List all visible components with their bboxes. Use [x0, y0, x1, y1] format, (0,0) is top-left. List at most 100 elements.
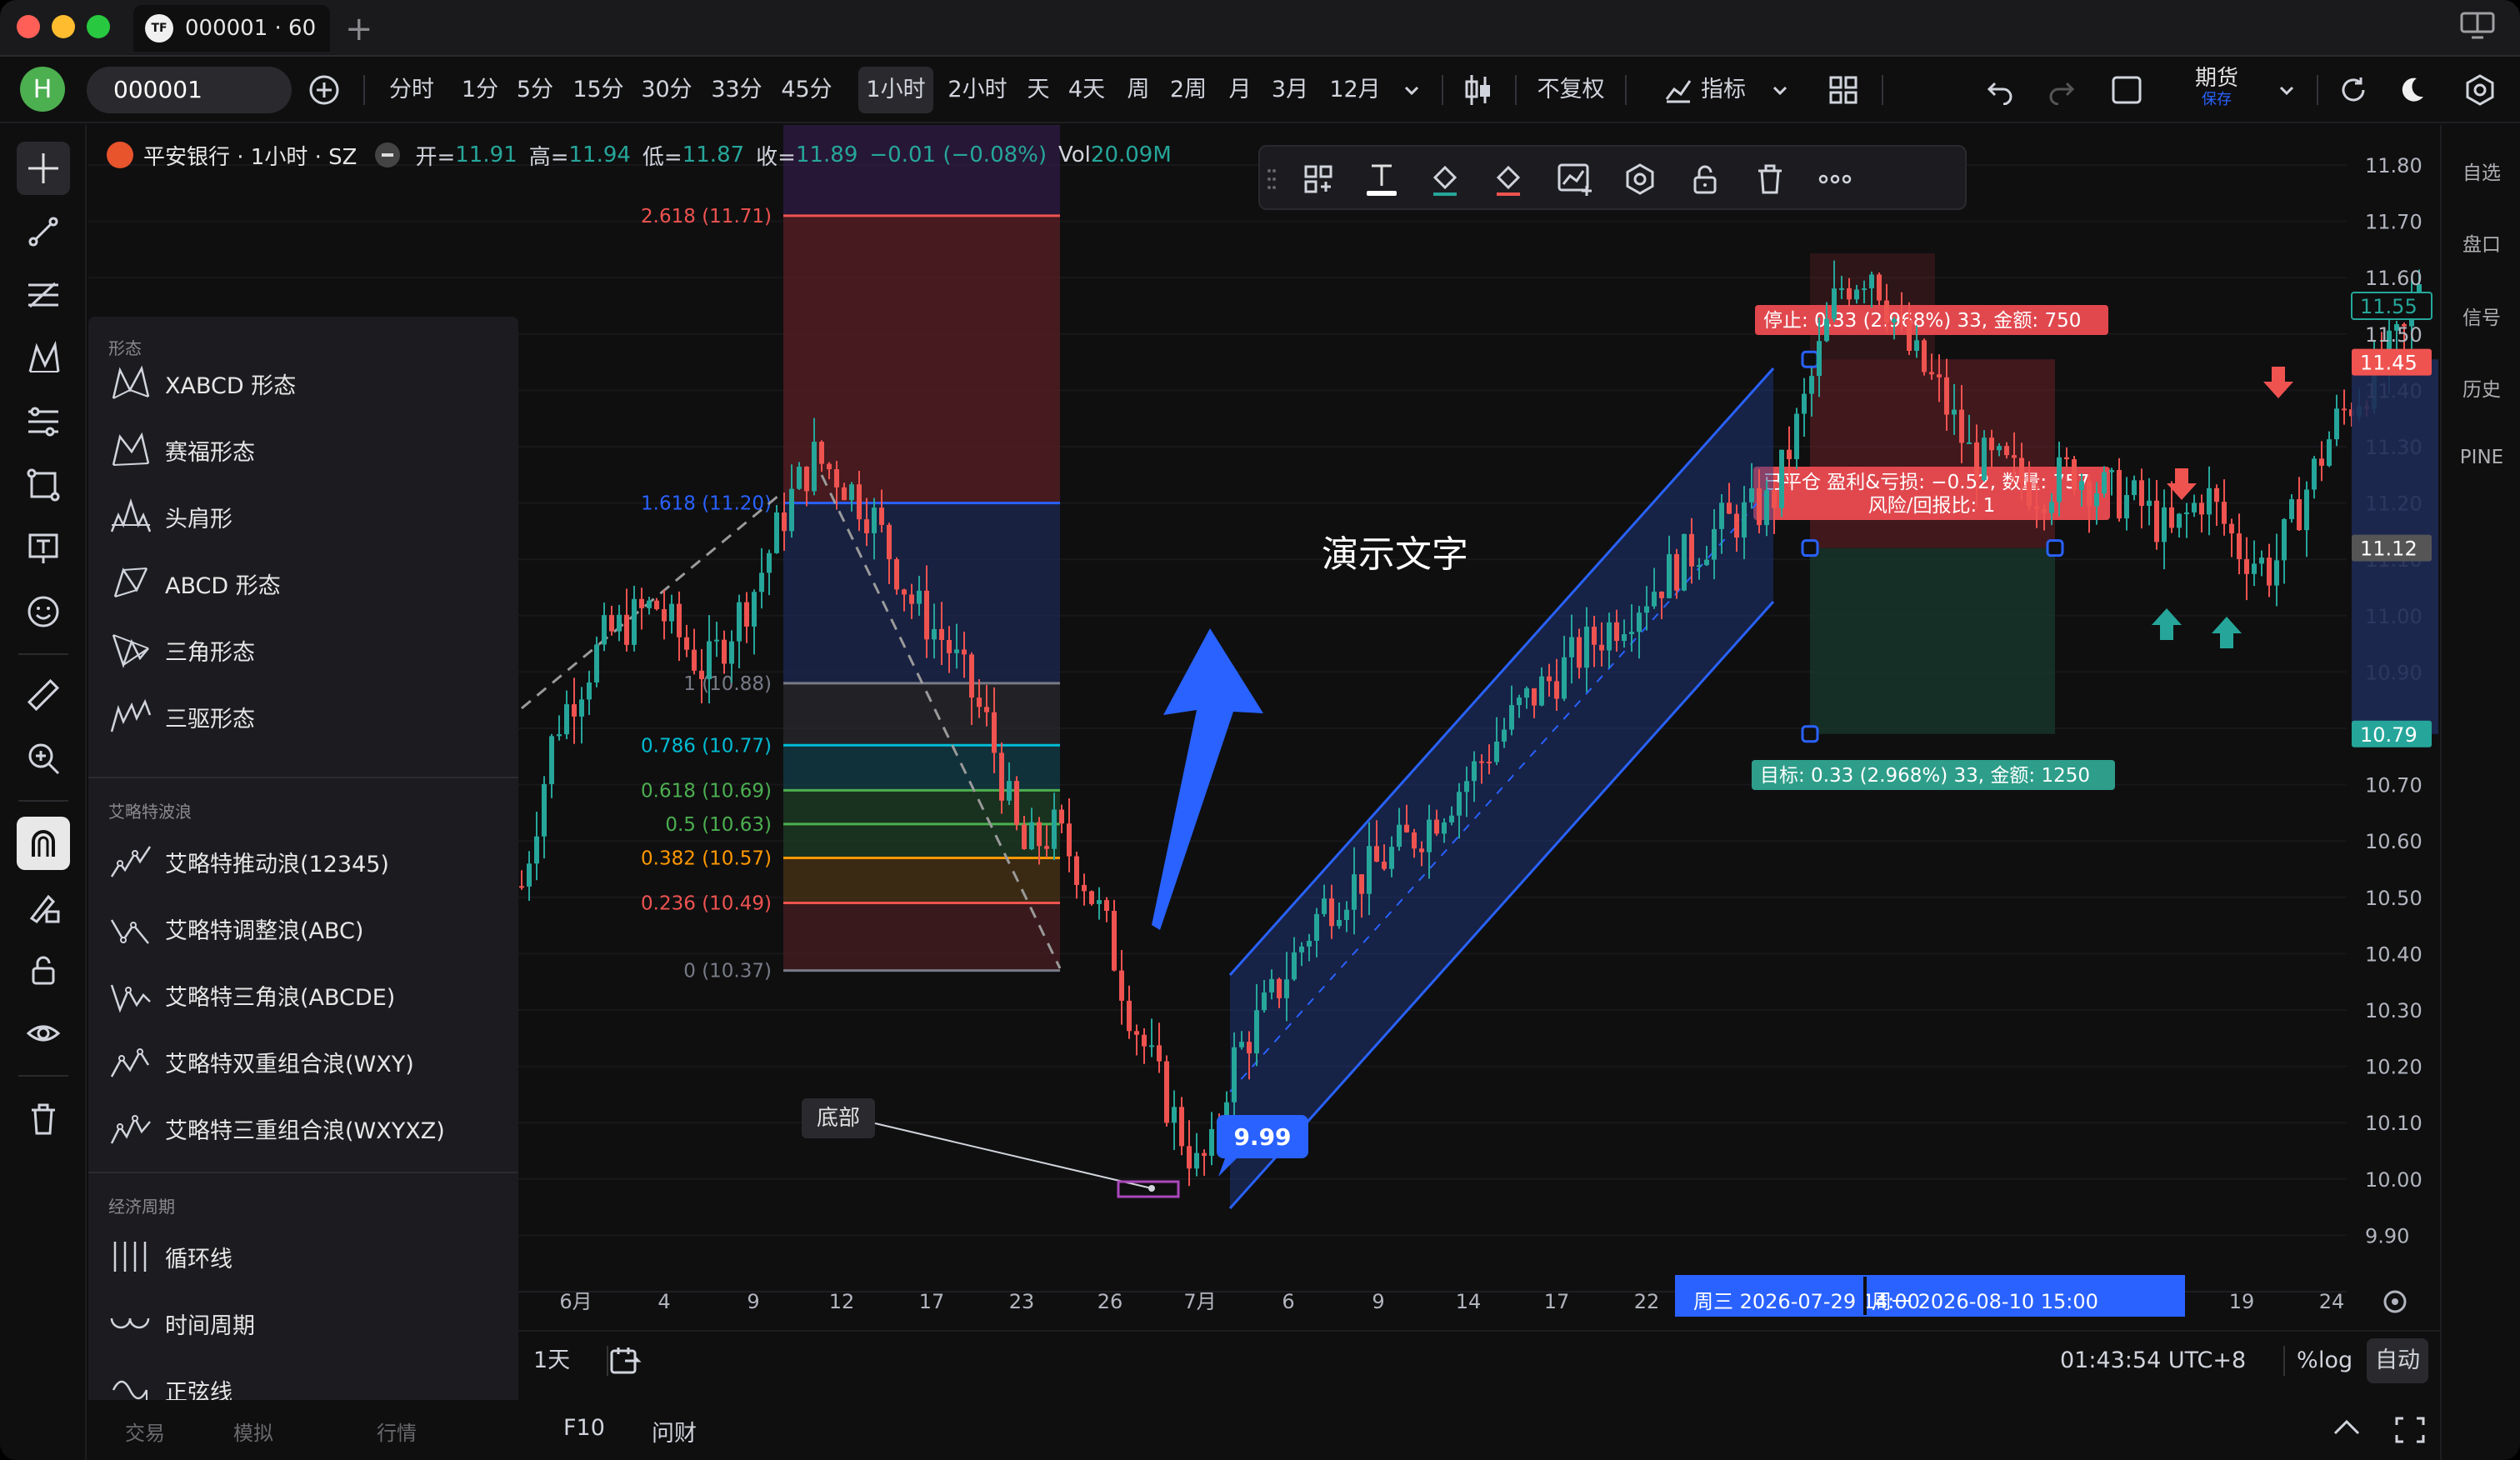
- tab-wencai[interactable]: 问财: [652, 1415, 697, 1448]
- browser-tab[interactable]: TF 000001 · 60: [133, 5, 330, 52]
- zoom-in-icon[interactable]: [17, 732, 70, 785]
- range-1d-button[interactable]: 1天: [533, 1332, 570, 1390]
- interval-1mo[interactable]: 月: [1223, 67, 1257, 113]
- unlock-icon[interactable]: [1687, 161, 1723, 198]
- futures-save-button[interactable]: 期货 保存: [2183, 65, 2250, 108]
- sidebar-history[interactable]: 历史: [2442, 373, 2520, 402]
- interval-30m[interactable]: 30分: [637, 67, 697, 113]
- interval-5m[interactable]: 5分: [512, 67, 558, 113]
- more-options-icon[interactable]: [1817, 161, 1853, 198]
- menu-item-abcd[interactable]: ABCD 形态: [100, 553, 508, 613]
- background-color-icon[interactable]: [1490, 161, 1527, 198]
- menu-item-head-shoulders[interactable]: 头肩形: [100, 487, 508, 547]
- template-icon[interactable]: [1300, 161, 1337, 198]
- menu-item-three-drives[interactable]: 三驱形态: [100, 687, 508, 747]
- interval-tick[interactable]: 分时: [382, 67, 442, 113]
- auto-scale-button[interactable]: 自动: [2367, 1338, 2428, 1383]
- tab-trade[interactable]: 交易: [125, 1417, 165, 1450]
- sidebar-orderbook[interactable]: 盘口: [2442, 228, 2520, 257]
- symbol-search-input[interactable]: 000001: [87, 67, 292, 113]
- indicators-icon[interactable]: [1662, 67, 1695, 113]
- drag-handle-icon[interactable]: [1263, 161, 1280, 198]
- collapse-panel-icon[interactable]: [2330, 1415, 2363, 1446]
- redo-icon[interactable]: [2043, 67, 2080, 113]
- tab-quotes[interactable]: 行情: [377, 1417, 417, 1450]
- trendline-tool-icon[interactable]: [17, 205, 70, 258]
- menu-item-time-cycles[interactable]: 时间周期: [100, 1293, 508, 1353]
- tab-simulation[interactable]: 模拟: [233, 1417, 273, 1450]
- sidebar-watchlist[interactable]: 自选: [2442, 157, 2520, 185]
- indicators-button[interactable]: 指标: [1697, 67, 1750, 113]
- fullscreen-icon[interactable]: [2108, 67, 2145, 113]
- interval-2h[interactable]: 2小时: [940, 67, 1015, 113]
- add-symbol-button[interactable]: [305, 67, 343, 113]
- hide-drawings-icon[interactable]: [17, 1007, 70, 1060]
- forecast-tool-icon[interactable]: [17, 395, 70, 448]
- clock-timezone[interactable]: 01:43:54 UTC+8: [2060, 1332, 2246, 1390]
- interval-1m[interactable]: 1分: [457, 67, 503, 113]
- settings-icon[interactable]: [2460, 67, 2500, 113]
- layout-grid-icon[interactable]: [1825, 67, 1862, 113]
- refresh-icon[interactable]: [2335, 67, 2372, 113]
- lock-all-icon[interactable]: [17, 943, 70, 997]
- interval-1w[interactable]: 周: [1122, 67, 1155, 113]
- emoji-tool-icon[interactable]: [17, 585, 70, 638]
- text-tool-icon[interactable]: [17, 522, 70, 575]
- menu-item-elliott-impulse[interactable]: 艾略特推动浪(12345): [100, 832, 508, 892]
- new-tab-button[interactable]: +: [345, 10, 373, 48]
- sidebar-signals[interactable]: 信号: [2442, 302, 2520, 330]
- interval-2w[interactable]: 2周: [1165, 67, 1212, 113]
- position-tool[interactable]: 停止: 0.33 (2.968%) 33, 金额: 750 已平仓 盈利&亏损: …: [1752, 253, 2115, 790]
- legend-symbol[interactable]: 平安银行 · 1小时 · SZ: [143, 140, 357, 171]
- candlestick-type-icon[interactable]: [1460, 67, 1497, 113]
- interval-3mo[interactable]: 3月: [1265, 67, 1315, 113]
- parallel-channel[interactable]: [1228, 367, 1775, 1210]
- menu-item-elliott-triple[interactable]: 艾略特三重组合浪(WXYXZ): [100, 1098, 508, 1158]
- magnet-mode-icon[interactable]: [17, 817, 70, 870]
- interval-4d[interactable]: 4天: [1063, 67, 1110, 113]
- menu-item-elliott-double[interactable]: 艾略特双重组合浪(WXY): [100, 1032, 508, 1092]
- indicators-dropdown-icon[interactable]: [1765, 67, 1795, 113]
- interval-33m[interactable]: 33分: [707, 67, 767, 113]
- fib-tool-icon[interactable]: [17, 268, 70, 322]
- sidebar-toggle-icon[interactable]: [2460, 12, 2495, 47]
- menu-item-triangle[interactable]: 三角形态: [100, 620, 508, 680]
- undo-icon[interactable]: [1982, 67, 2018, 113]
- go-to-date-icon[interactable]: [608, 1332, 650, 1390]
- interval-1d[interactable]: 天: [1022, 67, 1055, 113]
- fill-color-icon[interactable]: [1427, 161, 1463, 198]
- settings-hex-icon[interactable]: [1622, 161, 1658, 198]
- delete-drawing-icon[interactable]: [1752, 161, 1788, 198]
- minimize-window-button[interactable]: [52, 15, 75, 38]
- menu-item-elliott-triangle[interactable]: 艾略特三角浪(ABCDE): [100, 965, 508, 1025]
- menu-item-cycle-lines[interactable]: 循环线: [100, 1227, 508, 1287]
- tab-f10[interactable]: F10: [563, 1415, 605, 1441]
- crosshair-tool-icon[interactable]: [17, 142, 70, 195]
- pattern-tool-icon[interactable]: [17, 332, 70, 385]
- menu-item-xabcd[interactable]: XABCD 形态: [100, 353, 508, 413]
- sidebar-pine[interactable]: PINE: [2442, 447, 2520, 468]
- interval-12mo[interactable]: 12月: [1323, 67, 1387, 113]
- text-color-icon[interactable]: [1363, 161, 1400, 198]
- collapse-legend-icon[interactable]: [375, 142, 401, 168]
- interval-1h[interactable]: 1小时: [858, 67, 933, 113]
- price-adjust-button[interactable]: 不复权: [1533, 67, 1608, 113]
- chart-image-icon[interactable]: [1557, 161, 1593, 198]
- ruler-tool-icon[interactable]: [17, 668, 70, 722]
- user-avatar[interactable]: H: [20, 67, 65, 112]
- fib-retracement[interactable]: 2.618 (11.71) 1.618 (11.20) 1 (10.88) 0.786…: [521, 125, 1062, 982]
- price-axis[interactable]: 11.8011.7011.6011.5011.4011.3011.2011.10…: [2351, 154, 2438, 1248]
- close-window-button[interactable]: [17, 15, 40, 38]
- interval-15m[interactable]: 15分: [568, 67, 628, 113]
- log-scale-button[interactable]: log: [2318, 1332, 2352, 1390]
- interval-45m[interactable]: 45分: [777, 67, 837, 113]
- menu-item-elliott-correction[interactable]: 艾略特调整浪(ABC): [100, 898, 508, 958]
- shape-tool-icon[interactable]: [17, 458, 70, 512]
- trash-icon[interactable]: [17, 1092, 70, 1145]
- maximize-panel-icon[interactable]: [2393, 1415, 2427, 1451]
- dark-mode-icon[interactable]: [2393, 67, 2430, 113]
- interval-dropdown-icon[interactable]: [1397, 67, 1427, 113]
- percent-scale-button[interactable]: %: [2278, 1332, 2318, 1390]
- lock-drawing-icon[interactable]: [17, 880, 70, 933]
- menu-item-cypher[interactable]: 赛福形态: [100, 420, 508, 480]
